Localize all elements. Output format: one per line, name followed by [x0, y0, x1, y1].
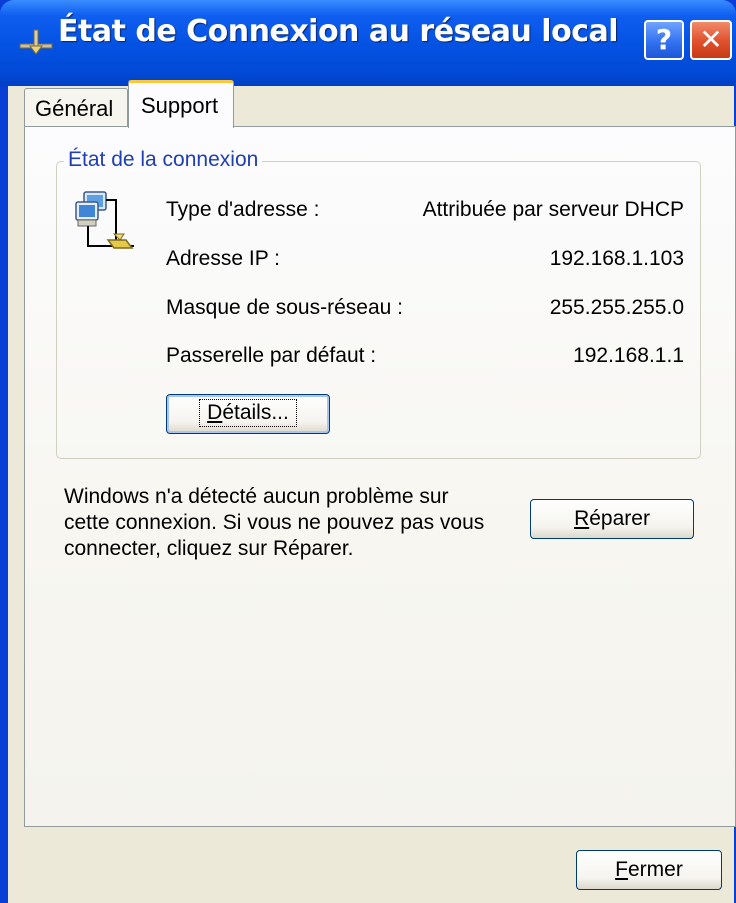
default-gateway-label: Passerelle par défaut : — [166, 344, 377, 367]
repair-button[interactable]: Réparer — [530, 499, 694, 539]
address-type-label: Type d'adresse : — [166, 198, 320, 221]
ip-address-label: Adresse IP : — [166, 247, 281, 270]
close-button[interactable]: Fermer — [576, 850, 722, 890]
subnet-mask-value: 255.255.255.0 — [549, 296, 684, 319]
close-label-rest: ermer — [627, 858, 683, 881]
help-button[interactable]: ? — [644, 20, 684, 60]
address-type-value: Attribuée par serveur DHCP — [422, 198, 684, 221]
tab-support[interactable]: Support — [128, 80, 234, 128]
title-bar[interactable]: État de Connexion au réseau local ? ✕ — [0, 0, 736, 86]
repair-accelerator: R — [574, 507, 590, 530]
message-line-2: cette connexion. Si vous ne pouvez pas v… — [64, 511, 485, 534]
default-gateway-value: 192.168.1.1 — [573, 344, 684, 367]
details-label-rest: étails... — [222, 401, 289, 424]
network-connection-icon — [19, 29, 53, 55]
network-computers-icon — [75, 191, 134, 249]
dialog-window: État de Connexion au réseau local ? ✕ Gé… — [0, 0, 736, 903]
close-window-button[interactable]: ✕ — [690, 20, 732, 60]
window-title: État de Connexion au réseau local — [58, 14, 619, 49]
connection-status-legend: État de la connexion — [64, 148, 263, 172]
subnet-mask-label: Masque de sous-réseau : — [166, 296, 403, 319]
ip-address-value: 192.168.1.103 — [549, 247, 684, 270]
tab-general[interactable]: Général — [24, 88, 128, 126]
message-line-1: Windows n'a détecté aucun problème sur — [64, 485, 449, 508]
close-accelerator: F — [615, 858, 628, 881]
details-button-label: Détails... — [199, 399, 297, 427]
details-accelerator: D — [207, 401, 223, 424]
details-button[interactable]: Détails... — [166, 394, 330, 434]
message-line-3: connecter, cliquez sur Réparer. — [64, 537, 354, 560]
diagnostic-message: Windows n'a détecté aucun problème sur c… — [64, 484, 514, 562]
repair-label-rest: éparer — [589, 507, 650, 530]
